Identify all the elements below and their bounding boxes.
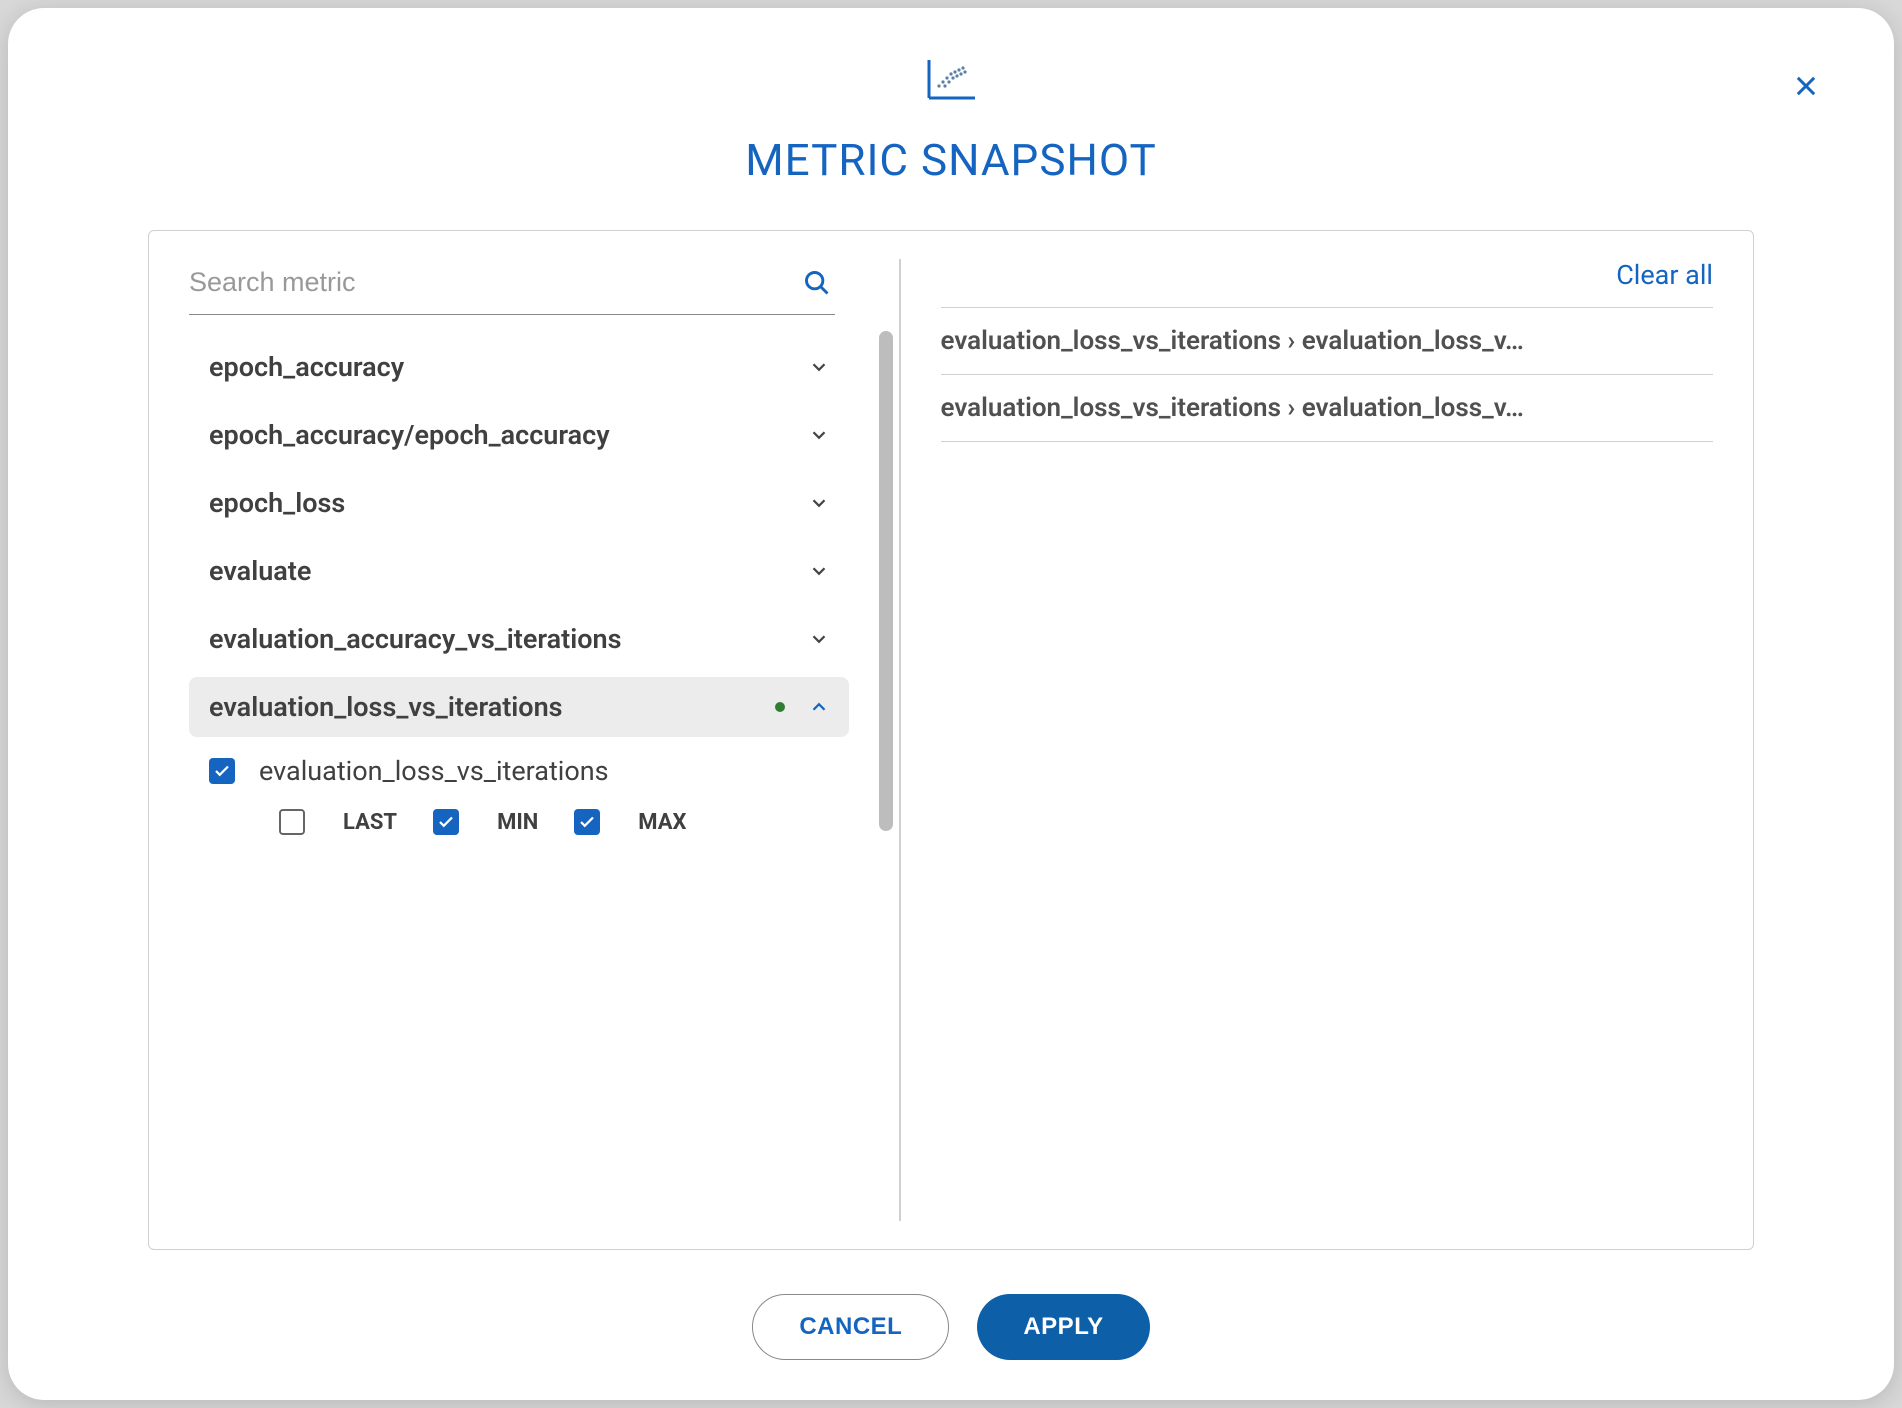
selected-metric-item[interactable]: evaluation_loss_vs_iterations › evaluati…	[941, 307, 1714, 374]
metric-item-epoch-accuracy-epoch-accuracy[interactable]: epoch_accuracy/epoch_accuracy	[189, 405, 849, 465]
metric-label: evaluation_accuracy_vs_iterations	[209, 623, 805, 655]
right-panel: Clear all evaluation_loss_vs_iterations …	[901, 231, 1754, 1249]
selected-metric-item[interactable]: evaluation_loss_vs_iterations › evaluati…	[941, 374, 1714, 442]
chevron-down-icon	[805, 557, 833, 585]
option-last-label: LAST	[343, 810, 397, 835]
selection-dot-icon	[775, 702, 785, 712]
chevron-up-icon	[805, 693, 833, 721]
option-max-label: MAX	[638, 810, 686, 835]
chart-icon	[925, 58, 977, 106]
aggregation-options: LAST MIN MAX	[189, 801, 849, 843]
clear-all-button[interactable]: Clear all	[941, 259, 1714, 291]
apply-button[interactable]: APPLY	[977, 1294, 1149, 1360]
metric-variant-row: evaluation_loss_vs_iterations	[189, 745, 849, 797]
content-box: epoch_accuracy epoch_accuracy/epoch_accu…	[148, 230, 1754, 1250]
metrics-list: epoch_accuracy epoch_accuracy/epoch_accu…	[189, 327, 879, 1229]
close-button[interactable]	[1788, 68, 1824, 104]
metric-variant-label: evaluation_loss_vs_iterations	[259, 755, 609, 787]
metric-item-evaluation-accuracy-vs-iterations[interactable]: evaluation_accuracy_vs_iterations	[189, 609, 849, 669]
metric-label: epoch_accuracy	[209, 351, 805, 383]
cancel-button[interactable]: CANCEL	[752, 1294, 949, 1360]
metric-item-epoch-loss[interactable]: epoch_loss	[189, 473, 849, 533]
option-min: MIN	[433, 809, 538, 835]
chevron-down-icon	[805, 489, 833, 517]
close-icon	[1792, 72, 1820, 100]
scrollbar-thumb[interactable]	[879, 331, 893, 831]
metric-snapshot-modal: METRIC SNAPSHOT epoch_accuracy epoch_acc…	[8, 8, 1894, 1400]
chevron-down-icon	[805, 625, 833, 653]
metric-item-evaluation-loss-vs-iterations[interactable]: evaluation_loss_vs_iterations	[189, 677, 849, 737]
metric-label: epoch_accuracy/epoch_accuracy	[209, 419, 805, 451]
metric-item-epoch-accuracy[interactable]: epoch_accuracy	[189, 337, 849, 397]
option-last: LAST	[279, 809, 397, 835]
check-icon	[437, 813, 455, 831]
left-panel: epoch_accuracy epoch_accuracy/epoch_accu…	[149, 231, 899, 1249]
metric-label: evaluation_loss_vs_iterations	[209, 691, 775, 723]
max-checkbox[interactable]	[574, 809, 600, 835]
last-checkbox[interactable]	[279, 809, 305, 835]
modal-header: METRIC SNAPSHOT	[68, 58, 1834, 186]
check-icon	[213, 762, 231, 780]
metric-item-evaluate[interactable]: evaluate	[189, 541, 849, 601]
metric-variant-checkbox[interactable]	[209, 758, 235, 784]
search-input[interactable]	[189, 259, 799, 306]
min-checkbox[interactable]	[433, 809, 459, 835]
metric-label: epoch_loss	[209, 487, 805, 519]
search-icon[interactable]	[799, 265, 835, 301]
chevron-down-icon	[805, 421, 833, 449]
chevron-down-icon	[805, 353, 833, 381]
option-min-label: MIN	[497, 810, 538, 835]
scrollbar[interactable]	[879, 331, 893, 1229]
modal-footer: CANCEL APPLY	[68, 1250, 1834, 1360]
check-icon	[578, 813, 596, 831]
search-row	[189, 259, 835, 315]
modal-title: METRIC SNAPSHOT	[68, 134, 1834, 186]
selected-list: evaluation_loss_vs_iterations › evaluati…	[941, 307, 1714, 442]
option-max: MAX	[574, 809, 686, 835]
metric-label: evaluate	[209, 555, 805, 587]
